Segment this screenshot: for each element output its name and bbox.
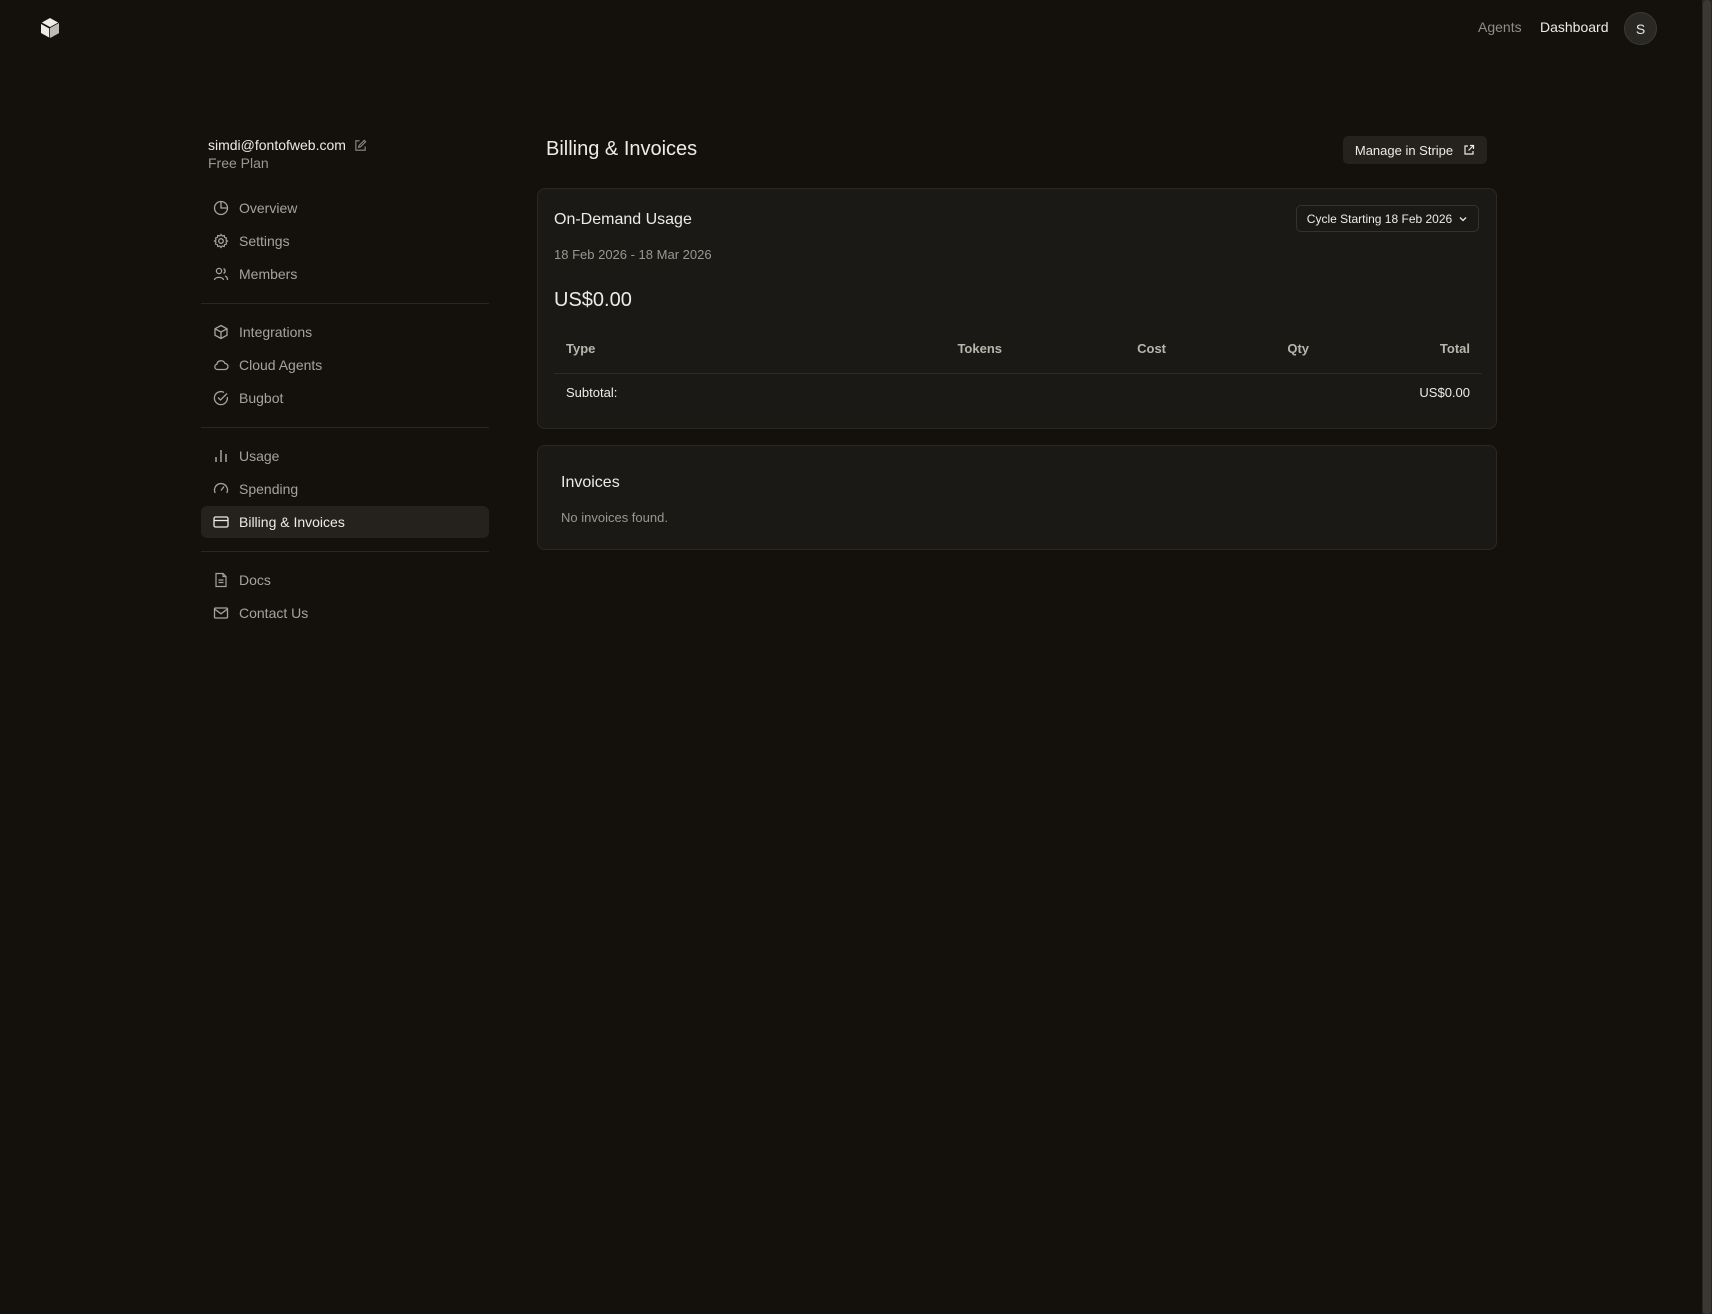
avatar[interactable]: S xyxy=(1624,12,1657,45)
bar-chart-icon xyxy=(213,448,229,464)
avatar-initial: S xyxy=(1635,20,1646,37)
sidebar-item-cloud-agents[interactable]: Cloud Agents xyxy=(201,349,489,381)
invoices-empty-message: No invoices found. xyxy=(561,510,668,525)
account-email-row: simdi@fontofweb.com xyxy=(208,137,367,153)
manage-in-stripe-label: Manage in Stripe xyxy=(1354,142,1454,158)
chevron-down-icon xyxy=(1459,216,1467,221)
logo-icon[interactable] xyxy=(40,17,60,39)
sidebar-item-label: Settings xyxy=(239,233,290,249)
sidebar-divider xyxy=(201,551,489,552)
nav-link-dashboard[interactable]: Dashboard xyxy=(1540,19,1609,35)
cube-icon xyxy=(213,324,229,340)
usage-card-title: On-Demand Usage xyxy=(554,211,692,228)
check-circle-icon xyxy=(213,390,229,406)
page-scrollbar[interactable] xyxy=(1702,0,1712,1314)
external-link-icon xyxy=(1464,144,1475,155)
column-total: Total xyxy=(1439,341,1470,356)
sidebar-item-label: Spending xyxy=(239,481,299,497)
on-demand-usage-card: On-Demand Usage Cycle Starting 18 Feb 20… xyxy=(537,188,1497,429)
sidebar-item-members[interactable]: Members xyxy=(201,258,489,290)
sidebar-item-label: Integrations xyxy=(239,324,313,340)
invoices-card-title: Invoices xyxy=(561,474,620,491)
usage-total-amount: US$0.00 xyxy=(554,289,632,311)
account-email: simdi@fontofweb.com xyxy=(208,137,346,153)
sidebar-item-label: Docs xyxy=(239,572,271,588)
cloud-icon xyxy=(213,357,229,373)
pie-chart-icon xyxy=(213,200,229,216)
subtotal-value: US$0.00 xyxy=(1419,385,1470,400)
sidebar-item-label: Usage xyxy=(239,448,280,464)
sidebar-item-label: Billing & Invoices xyxy=(239,514,345,530)
gauge-icon xyxy=(213,481,229,497)
billing-date-range: 18 Feb 2026 - 18 Mar 2026 xyxy=(554,247,712,262)
sidebar-item-billing-invoices[interactable]: Billing & Invoices xyxy=(201,506,489,538)
scrollbar-thumb[interactable] xyxy=(1703,0,1711,1314)
credit-card-icon xyxy=(213,514,229,530)
sidebar-item-usage[interactable]: Usage xyxy=(201,440,489,472)
sidebar-divider xyxy=(201,427,489,428)
gear-icon xyxy=(213,233,229,249)
sidebar-item-overview[interactable]: Overview xyxy=(201,192,489,224)
account-plan: Free Plan xyxy=(208,155,269,171)
cycle-select[interactable]: Cycle Starting 18 Feb 2026 xyxy=(1296,205,1479,232)
manage-in-stripe-button[interactable]: Manage in Stripe xyxy=(1343,136,1487,164)
sidebar-item-integrations[interactable]: Integrations xyxy=(201,316,489,348)
top-bar: Agents Dashboard S xyxy=(0,0,1700,56)
edit-icon[interactable] xyxy=(354,139,367,152)
nav-link-agents[interactable]: Agents xyxy=(1478,19,1522,35)
sidebar-item-label: Bugbot xyxy=(239,390,284,406)
sidebar-item-label: Overview xyxy=(239,200,298,216)
sidebar-item-label: Contact Us xyxy=(239,605,309,621)
sidebar-item-spending[interactable]: Spending xyxy=(201,473,489,505)
users-icon xyxy=(213,266,229,282)
usage-table-header: Type Tokens Cost Qty Total xyxy=(554,341,1482,363)
document-icon xyxy=(213,572,229,588)
table-divider xyxy=(554,373,1482,374)
invoices-card: Invoices No invoices found. xyxy=(537,445,1497,550)
mail-icon xyxy=(213,605,229,621)
sidebar-item-label: Cloud Agents xyxy=(239,357,323,373)
sidebar-item-settings[interactable]: Settings xyxy=(201,225,489,257)
sidebar-item-bugbot[interactable]: Bugbot xyxy=(201,382,489,414)
sidebar-item-contact-us[interactable]: Contact Us xyxy=(201,597,489,629)
page-title: Billing & Invoices xyxy=(546,138,698,160)
cycle-select-value: Cycle Starting 18 Feb 2026 xyxy=(1306,211,1453,226)
sidebar-item-label: Members xyxy=(239,266,298,282)
sidebar-divider xyxy=(201,303,489,304)
sidebar-item-docs[interactable]: Docs xyxy=(201,564,489,596)
